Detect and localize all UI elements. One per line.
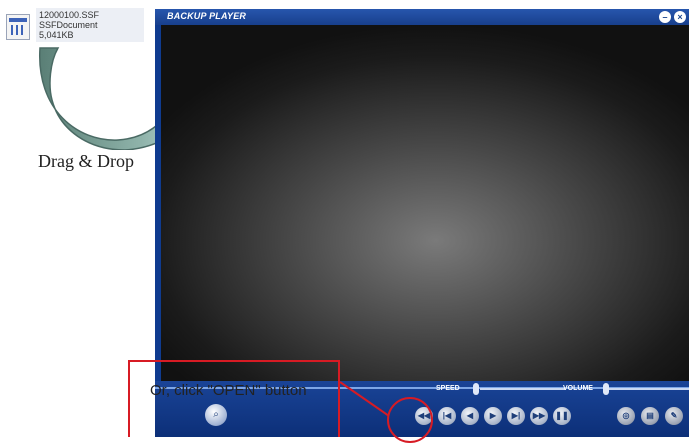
instruction-callout: Or, click "OPEN" button (128, 360, 340, 437)
highlight-circle (387, 397, 433, 443)
callout-connector (339, 381, 390, 417)
instruction-text: Or, click "OPEN" button (150, 382, 307, 399)
